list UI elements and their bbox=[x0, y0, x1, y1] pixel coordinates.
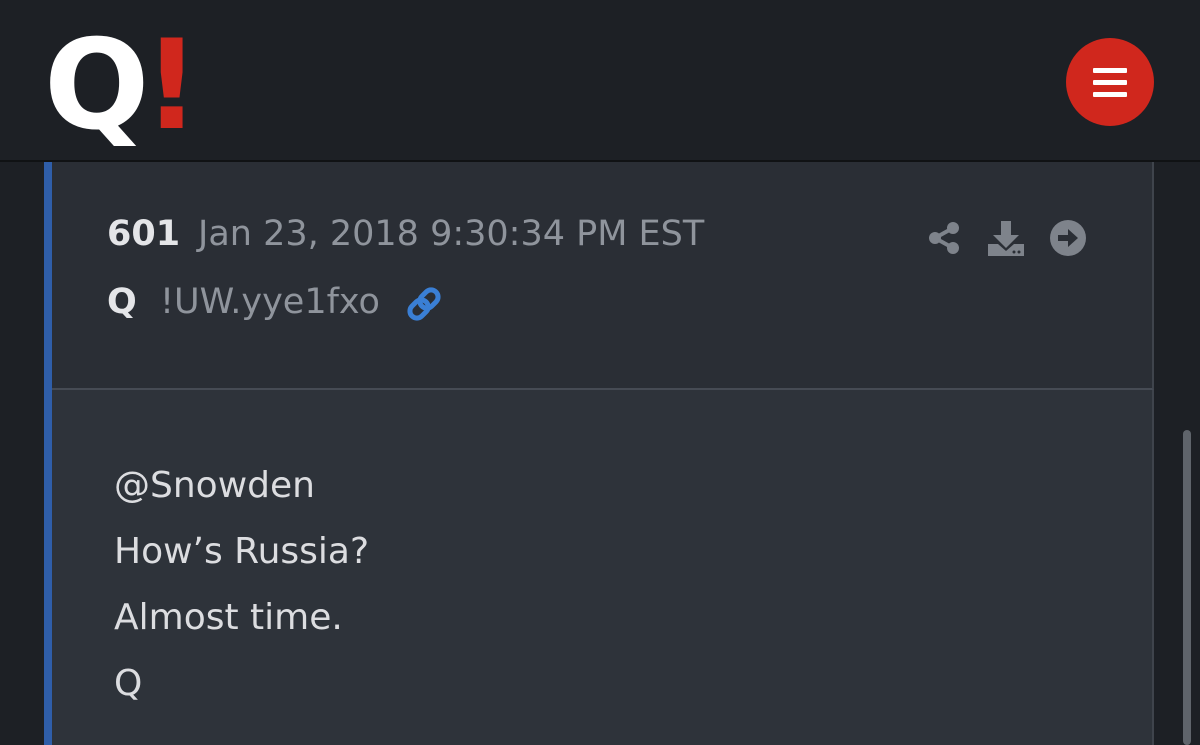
post-body: @Snowden How’s Russia? Almost time. Q bbox=[52, 390, 1154, 745]
post-date: Jan 23, 2018 9:30:34 PM EST bbox=[198, 214, 705, 254]
hamburger-icon-bar bbox=[1093, 91, 1127, 97]
hamburger-icon-bar bbox=[1093, 79, 1127, 85]
post-actions bbox=[924, 218, 1088, 258]
post-text-line: Q bbox=[114, 663, 143, 704]
scrollbar-thumb[interactable] bbox=[1183, 430, 1191, 745]
logo-exclamation: ! bbox=[143, 14, 200, 158]
top-navigation-bar: Q ! bbox=[0, 0, 1200, 162]
hamburger-icon bbox=[1093, 67, 1127, 73]
share-icon[interactable] bbox=[924, 218, 964, 258]
logo-letter: Q bbox=[44, 14, 149, 158]
post-text-line: How’s Russia? bbox=[114, 531, 370, 572]
post-number[interactable]: 601 bbox=[107, 214, 180, 254]
post-accent-rail bbox=[44, 162, 52, 745]
author-name: Q bbox=[107, 282, 137, 322]
post-text-line: Almost time. bbox=[114, 597, 343, 638]
post-header: 601 Jan 23, 2018 9:30:34 PM EST Q !UW.yy… bbox=[52, 162, 1154, 390]
arrow-right-circle-icon[interactable] bbox=[1048, 218, 1088, 258]
menu-button[interactable] bbox=[1066, 38, 1154, 126]
link-icon[interactable] bbox=[404, 284, 444, 324]
post-text-line: @Snowden bbox=[114, 465, 315, 506]
download-icon[interactable] bbox=[986, 218, 1026, 258]
site-logo[interactable]: Q ! bbox=[44, 14, 200, 158]
tripcode: !UW.yye1fxo bbox=[160, 282, 380, 322]
